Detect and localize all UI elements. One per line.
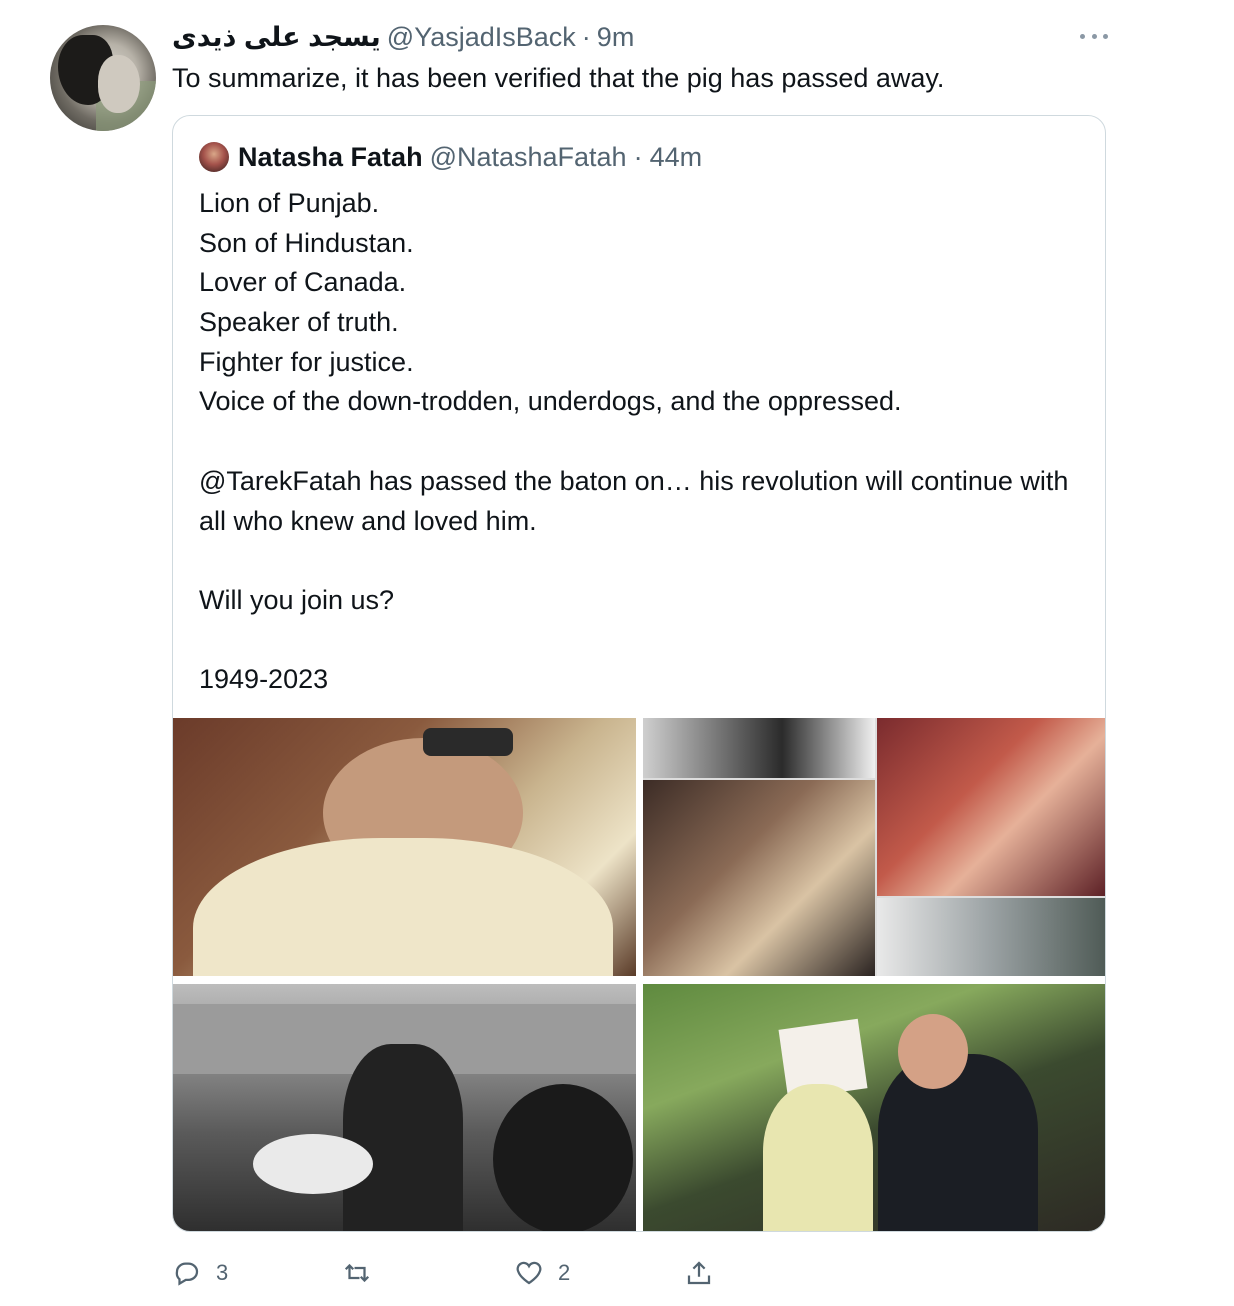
quoted-tweet-text: Lion of Punjab. Son of Hindustan. Lover … <box>199 184 1089 700</box>
quoted-paragraph: @TarekFatah has passed the baton on… his… <box>199 465 1069 536</box>
photo-rally-black-white[interactable] <box>173 984 636 1231</box>
photo-smiling-man-library[interactable] <box>173 718 636 976</box>
tweet-timestamp[interactable]: 9m <box>597 22 635 53</box>
share-button[interactable] <box>684 1250 714 1296</box>
reply-button[interactable]: 3 <box>172 1250 228 1296</box>
quoted-tweet-header: Natasha Fatah @NatashaFatah · 44m <box>199 140 702 174</box>
quoted-line: Son of Hindustan. <box>199 227 414 258</box>
photo-grid <box>173 718 1105 1231</box>
retweet-arrows-icon <box>344 1263 370 1283</box>
quoted-line: Fighter for justice. <box>199 346 414 377</box>
author-name[interactable]: يسجد علی ذیدی <box>172 22 381 53</box>
author-avatar[interactable] <box>50 25 156 131</box>
more-dots-icon[interactable] <box>1080 26 1108 46</box>
retweet-button[interactable] <box>342 1250 386 1296</box>
tweet-header: يسجد علی ذیدی @YasjadIsBack · 9m <box>172 18 634 56</box>
tweet-text: To summarize, it has been verified that … <box>172 63 945 93</box>
quoted-tweet[interactable]: Natasha Fatah @NatashaFatah · 44m Lion o… <box>172 115 1106 1232</box>
quoted-timestamp: 44m <box>649 141 703 172</box>
quoted-author-avatar <box>199 142 229 172</box>
like-button[interactable]: 2 <box>514 1250 570 1296</box>
share-upload-icon <box>687 1261 711 1285</box>
tweet: يسجد علی ذیدی @YasjadIsBack · 9m To summ… <box>0 0 1234 1306</box>
quoted-line: Lover of Canada. <box>199 267 407 298</box>
photo-collage[interactable] <box>643 718 1105 976</box>
quoted-author-name: Natasha Fatah <box>238 141 423 172</box>
reply-bubble-icon <box>175 1262 199 1286</box>
header-separator: · <box>581 21 591 52</box>
quoted-line: Voice of the down-trodden, underdogs, an… <box>199 386 902 417</box>
tweet-actions: 3 2 <box>172 1250 732 1296</box>
quoted-paragraph: Will you join us? <box>199 584 395 615</box>
quoted-line: Lion of Punjab. <box>199 188 380 218</box>
photo-tarek-nargis-garden[interactable] <box>643 984 1105 1231</box>
author-handle[interactable]: @YasjadIsBack <box>387 22 576 53</box>
quoted-header-separator: · <box>633 141 643 172</box>
quoted-author-handle: @NatashaFatah <box>429 141 627 172</box>
quoted-years: 1949-2023 <box>199 664 329 695</box>
heart-icon <box>516 1261 542 1285</box>
like-count: 2 <box>558 1260 571 1285</box>
quoted-line: Speaker of truth. <box>199 307 399 338</box>
reply-count: 3 <box>216 1260 229 1285</box>
